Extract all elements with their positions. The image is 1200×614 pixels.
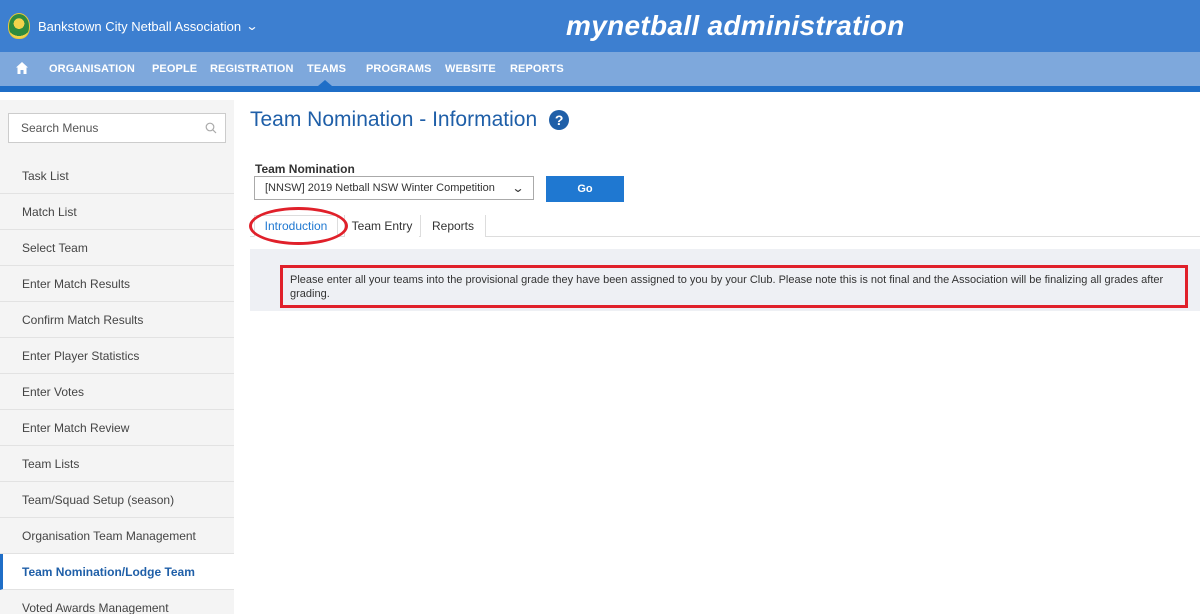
sidebar: Task List Match List Select Team Enter M… <box>0 100 234 614</box>
chevron-down-icon: ⌄ <box>511 181 525 195</box>
organisation-name: Bankstown City Netball Association <box>38 18 242 34</box>
sidebar-item-team-squad-setup[interactable]: Team/Squad Setup (season) <box>0 482 234 518</box>
search-menus-box[interactable] <box>8 113 226 143</box>
chevron-down-icon: ⌄ <box>245 19 259 33</box>
nav-reports[interactable]: REPORTS <box>510 63 564 75</box>
organisation-selector[interactable]: Bankstown City Netball Association ⌄ <box>8 10 259 42</box>
help-icon[interactable]: ? <box>549 110 570 130</box>
sidebar-item-enter-match-results[interactable]: Enter Match Results <box>0 266 234 302</box>
tab-reports[interactable]: Reports <box>420 215 486 237</box>
sidebar-item-organisation-team-management[interactable]: Organisation Team Management <box>0 518 234 554</box>
page-title: Team Nomination - Information ? <box>250 108 570 132</box>
sidebar-item-enter-player-statistics[interactable]: Enter Player Statistics <box>0 338 234 374</box>
team-nomination-select[interactable]: [NNSW] 2019 Netball NSW Winter Competiti… <box>254 176 534 200</box>
search-input[interactable] <box>21 121 201 135</box>
sidebar-item-task-list[interactable]: Task List <box>0 158 234 194</box>
sidebar-item-team-lists[interactable]: Team Lists <box>0 446 234 482</box>
nav-organisation[interactable]: ORGANISATION <box>49 63 135 75</box>
nav-programs[interactable]: PROGRAMS <box>366 63 432 75</box>
search-icon[interactable] <box>205 122 217 134</box>
app-title: mynetball administration <box>566 10 905 41</box>
top-header: Bankstown City Netball Association ⌄ myn… <box>0 0 1200 52</box>
sidebar-item-confirm-match-results[interactable]: Confirm Match Results <box>0 302 234 338</box>
sidebar-item-voted-awards-management[interactable]: Voted Awards Management <box>0 590 234 614</box>
tab-introduction[interactable]: Introduction <box>254 215 338 237</box>
nav-teams[interactable]: TEAMS <box>307 63 346 75</box>
intro-text: Please enter all your teams into the pro… <box>290 274 1164 300</box>
sidebar-item-enter-votes[interactable]: Enter Votes <box>0 374 234 410</box>
page-title-text: Team Nomination - Information <box>250 108 538 131</box>
go-button[interactable]: Go <box>546 176 624 202</box>
nav-underline <box>0 86 1200 92</box>
sidebar-item-team-nomination[interactable]: Team Nomination/Lodge Team <box>0 554 234 590</box>
team-nomination-label: Team Nomination <box>255 162 355 176</box>
nav-people[interactable]: PEOPLE <box>152 63 197 75</box>
nav-registration[interactable]: REGISTRATION <box>210 63 294 75</box>
tab-team-entry[interactable]: Team Entry <box>344 215 419 237</box>
team-nomination-value: [NNSW] 2019 Netball NSW Winter Competiti… <box>265 182 495 194</box>
sidebar-item-select-team[interactable]: Select Team <box>0 230 234 266</box>
sidebar-item-match-list[interactable]: Match List <box>0 194 234 230</box>
organisation-logo <box>8 13 30 39</box>
nav-website[interactable]: WEBSITE <box>445 63 496 75</box>
home-icon[interactable] <box>15 61 29 75</box>
sidebar-item-enter-match-review[interactable]: Enter Match Review <box>0 410 234 446</box>
